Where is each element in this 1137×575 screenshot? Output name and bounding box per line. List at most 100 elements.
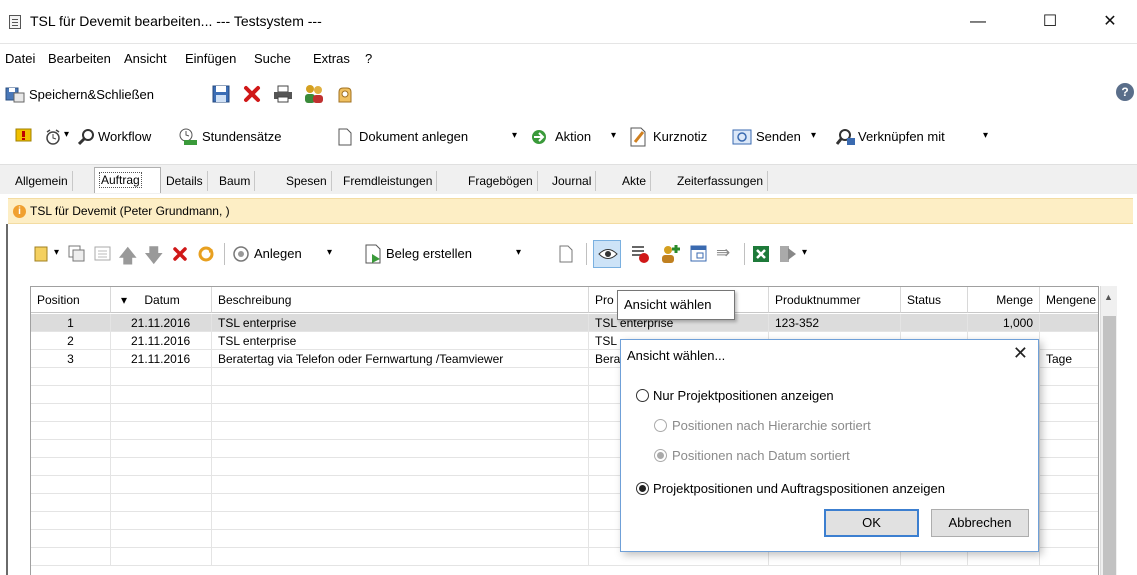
col-header-menge[interactable]: Menge [968, 287, 1040, 313]
window-icon[interactable] [690, 245, 708, 263]
radio-only-project-positions[interactable] [636, 389, 649, 402]
cell-beschreibung [212, 476, 589, 494]
cell-mengeneinheit [1040, 422, 1098, 440]
tab-details[interactable]: Details [162, 171, 208, 191]
col-header-mengeneinheit[interactable]: Mengene [1040, 287, 1098, 313]
add-person-icon[interactable] [660, 243, 682, 265]
chevron-down-icon: ▾ [811, 130, 817, 141]
help-icon[interactable]: ? [1116, 83, 1134, 101]
delete-icon[interactable] [243, 85, 261, 103]
menu-ansicht[interactable]: Ansicht [124, 51, 167, 66]
option-label: Nur Projektpositionen anzeigen [653, 388, 834, 403]
radio-sort-by-hierarchy[interactable] [654, 419, 667, 432]
action-button[interactable]: Aktion ▾ [529, 121, 624, 153]
excel-icon[interactable] [752, 245, 770, 263]
chevron-down-icon[interactable]: ▾ [802, 247, 807, 258]
vertical-scrollbar[interactable]: ▲ [1100, 286, 1117, 575]
menu-datei[interactable]: Datei [5, 51, 35, 66]
menu-bearbeiten[interactable]: Bearbeiten [48, 51, 111, 66]
col-header-position[interactable]: Position [31, 287, 111, 313]
save-icon[interactable] [212, 85, 230, 103]
minimize-button[interactable]: — [958, 8, 998, 36]
save-close-label: Speichern&Schließen [29, 87, 155, 102]
tab-zeiterfassungen[interactable]: Zeiterfassungen [673, 171, 769, 191]
blank-document-icon[interactable] [558, 245, 574, 263]
move-up-icon[interactable]: 🡅 [118, 242, 138, 274]
radio-project-and-order-positions[interactable] [636, 482, 649, 495]
create-document-button[interactable]: Dokument anlegen ▾ [337, 121, 527, 153]
cell-position: 3 [31, 350, 111, 368]
view-select-button[interactable] [593, 240, 621, 268]
table-row[interactable]: 1 21.11.2016 TSL enterprise TSL enterprise 1… [31, 314, 1098, 332]
tab-akte[interactable]: Akte [618, 171, 652, 191]
tab-fremdleistungen[interactable]: Fremdleistungen [339, 171, 438, 191]
short-note-label: Kurznotiz [653, 129, 708, 144]
col-header-status[interactable]: Status [901, 287, 968, 313]
scroll-up-icon[interactable]: ▲ [1104, 292, 1113, 302]
print-icon[interactable] [273, 85, 293, 103]
cell-datum [111, 548, 212, 566]
radio-sort-by-date[interactable] [654, 449, 667, 462]
cell-datum [111, 476, 212, 494]
copy-icon[interactable] [68, 245, 86, 263]
cell-mengeneinheit [1040, 530, 1098, 548]
cell-mengeneinheit [1040, 458, 1098, 476]
chevron-down-icon[interactable]: ▾ [64, 129, 69, 140]
record-icon[interactable] [631, 244, 651, 264]
tab-spesen[interactable]: Spesen [282, 171, 332, 191]
chevron-down-icon[interactable]: ▾ [54, 247, 59, 258]
tab-baum[interactable]: Baum [215, 171, 256, 191]
tab-auftrag[interactable]: Auftrag [94, 167, 161, 193]
cell-produktnummer: 123-352 [769, 314, 901, 332]
info-bar: i TSL für Devemit (Peter Grundmann, ) [8, 198, 1133, 224]
menu-extras[interactable]: Extras [313, 51, 350, 66]
col-header-beschreibung[interactable]: Beschreibung [212, 287, 589, 313]
tab-bar: Allgemein Auftrag Details Baum Spesen Fr… [0, 164, 1137, 194]
refresh-icon[interactable] [197, 245, 215, 263]
option-label: Projektpositionen und Auftragspositionen… [653, 481, 945, 496]
menu-help[interactable]: ? [365, 51, 372, 66]
scrollbar-thumb[interactable] [1103, 316, 1116, 575]
move-down-icon[interactable]: 🡇 [144, 242, 164, 274]
cell-datum [111, 458, 212, 476]
hand-icon[interactable] [335, 84, 355, 104]
tab-frageboegen[interactable]: Fragebögen [464, 171, 538, 191]
cell-datum [111, 422, 212, 440]
hourly-rates-button[interactable]: Stundensätze [178, 121, 308, 153]
tab-journal[interactable]: Journal [548, 171, 597, 191]
list-icon[interactable] [94, 245, 112, 263]
forward-arrow-icon[interactable]: ⇛ [716, 243, 730, 263]
col-header-datum[interactable]: ▾ Datum [111, 287, 212, 313]
menu-einfuegen[interactable]: Einfügen [185, 51, 236, 66]
ok-button[interactable]: OK [824, 509, 919, 537]
delete-position-icon[interactable] [172, 246, 188, 262]
cell-mengeneinheit [1040, 332, 1098, 350]
cancel-button[interactable]: Abbrechen [931, 509, 1029, 537]
cell-position: 1 [31, 314, 111, 332]
short-note-button[interactable]: Kurznotiz [629, 121, 729, 153]
cell-menge: 1,000 [968, 314, 1040, 332]
export-icon[interactable] [779, 245, 797, 263]
document-icon [338, 128, 352, 146]
email-icon [732, 129, 752, 145]
flag-warning-icon[interactable] [14, 127, 34, 145]
workflow-button[interactable]: Workflow [78, 121, 164, 153]
users-icon[interactable] [303, 84, 325, 104]
menu-suche[interactable]: Suche [254, 51, 291, 66]
tab-allgemein[interactable]: Allgemein [11, 171, 73, 191]
new-item-icon[interactable] [33, 245, 49, 263]
col-header-produktnummer[interactable]: Produktnummer [769, 287, 901, 313]
alarm-clock-icon[interactable] [44, 128, 62, 146]
cell-position [31, 404, 111, 422]
close-window-button[interactable]: ✕ [1090, 8, 1130, 36]
save-close-button[interactable]: Speichern&Schließen [5, 84, 205, 106]
dialog-close-button[interactable]: ✕ [1013, 343, 1028, 364]
title-bar: TSL für Devemit bearbeiten... --- Testsy… [0, 0, 1137, 44]
create-voucher-button[interactable]: Beleg erstellen ▾ [364, 238, 529, 270]
create-button[interactable]: Anlegen ▾ [232, 238, 352, 270]
cell-position [31, 368, 111, 386]
maximize-button[interactable]: ☐ [1030, 8, 1070, 36]
send-button[interactable]: Senden ▾ [732, 121, 822, 153]
link-with-button[interactable]: Verknüpfen mit ▾ [836, 121, 996, 153]
create-label: Anlegen [254, 246, 302, 261]
